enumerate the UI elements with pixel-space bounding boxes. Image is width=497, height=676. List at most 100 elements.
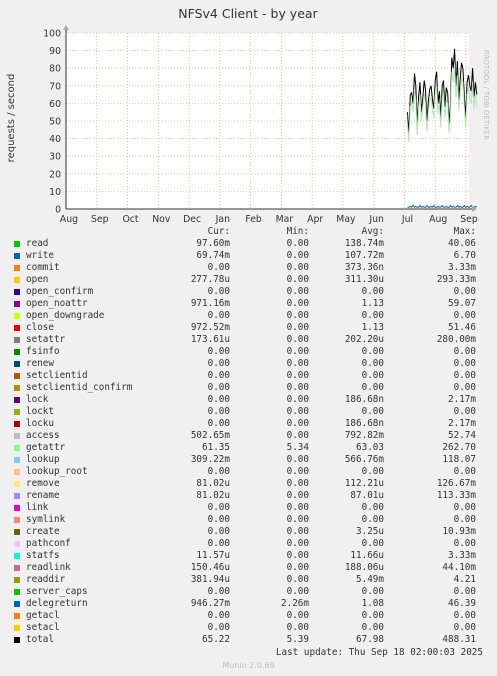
legend-cur: 0.00 [207,538,230,549]
legend-name: lookup [26,454,60,465]
legend-min: 0.00 [286,622,309,633]
legend-cur: 0.00 [207,346,230,357]
legend-avg: 1.08 [361,598,384,609]
legend-row: open_noattr 971.16m 0.00 1.13 59.07 [0,298,497,310]
y-tick-label: 50 [49,117,61,128]
legend-name: pathconf [26,538,71,549]
y-tick-label: 60 [49,99,61,110]
legend-avg: 0.00 [361,406,384,417]
legend-cur: 173.61u [190,334,230,345]
legend-avg: 202.20u [344,334,384,345]
legend-row: lock 0.00 0.00 186.68n 2.17m [0,394,497,406]
legend-name: open_confirm [26,286,94,297]
legend-avg: 87.01u [350,490,384,501]
legend-min: 5.39 [286,634,309,645]
legend-max: 46.39 [448,598,476,609]
legend-name: lookup_root [26,466,88,477]
legend-row: open_downgrade 0.00 0.00 0.00 0.00 [0,310,497,322]
legend-avg: 138.74m [344,238,384,249]
legend-min: 0.00 [286,298,309,309]
legend-avg: 11.66u [350,550,384,561]
x-tick-label: May [336,214,356,225]
legend-row: read 97.60m 0.00 138.74m 40.06 [0,238,497,250]
legend-min: 0.00 [286,274,309,285]
legend-row: lockt 0.00 0.00 0.00 0.00 [0,406,497,418]
legend-row: symlink 0.00 0.00 0.00 0.00 [0,514,497,526]
legend-swatch [14,337,20,343]
legend-swatch [14,253,20,259]
legend-min: 0.00 [286,466,309,477]
legend-min: 0.00 [286,454,309,465]
x-tick-label: Mar [276,214,294,225]
legend-avg: 107.72m [344,250,384,261]
legend-cur: 0.00 [207,394,230,405]
legend-cur: 0.00 [207,310,230,321]
legend-cur: 0.00 [207,514,230,525]
header-cur: Cur: [207,226,230,237]
legend-row: close 972.52m 0.00 1.13 51.46 [0,322,497,334]
legend-cur: 971.16m [190,298,230,309]
legend-min: 0.00 [286,382,309,393]
y-tick-label: 100 [43,29,61,40]
y-axis-arrow-icon [63,25,69,30]
legend-avg: 0.00 [361,514,384,525]
legend-cur: 502.65m [190,430,230,441]
legend-name: remove [26,478,60,489]
legend-avg: 0.00 [361,346,384,357]
legend-row: setclientid 0.00 0.00 0.00 0.00 [0,370,497,382]
legend-min: 0.00 [286,562,309,573]
legend-min: 0.00 [286,262,309,273]
legend-row: access 502.65m 0.00 792.82m 52.74 [0,430,497,442]
legend-swatch [14,613,20,619]
legend-avg: 5.49m [356,574,384,585]
legend-avg: 0.00 [361,538,384,549]
y-tick-label: 70 [49,81,61,92]
legend-max: 0.00 [453,622,476,633]
legend-min: 0.00 [286,550,309,561]
legend-cur: 69.74m [196,250,230,261]
legend-max: 262.70 [442,442,476,453]
legend-min: 0.00 [286,418,309,429]
legend-min: 0.00 [286,310,309,321]
legend-name: delegreturn [26,598,88,609]
legend-max: 0.00 [453,310,476,321]
chart-title: NFSv4 Client - by year [178,6,318,21]
legend-min: 0.00 [286,250,309,261]
legend-min: 0.00 [286,406,309,417]
legend-min: 0.00 [286,586,309,597]
x-tick-label: Sep [460,214,478,225]
legend-max: 3.33m [448,262,476,273]
legend-swatch [14,577,20,583]
legend-avg: 1.13 [361,298,384,309]
legend-name: setattr [26,334,66,345]
legend-swatch [14,541,20,547]
legend-cur: 309.22m [190,454,230,465]
legend-max: 0.00 [453,286,476,297]
legend-name: write [26,250,54,261]
legend-cur: 0.00 [207,418,230,429]
legend-max: 0.00 [453,502,476,513]
x-tick-label: Aug [60,214,78,225]
legend-avg: 0.00 [361,370,384,381]
legend-swatch [14,373,20,379]
legend-avg: 67.98 [356,634,384,645]
legend-min: 0.00 [286,478,309,489]
legend-avg: 188.06u [344,562,384,573]
x-tick-label: Dec [183,214,201,225]
legend-max: 0.00 [453,538,476,549]
legend-max: 2.17m [448,394,476,405]
legend-max: 488.31 [442,634,476,645]
legend-swatch [14,277,20,283]
x-tick-label: Jul [401,214,413,225]
legend-row: server_caps 0.00 0.00 0.00 0.00 [0,586,497,598]
legend-row: lookup 309.22m 0.00 566.76m 118.07 [0,454,497,466]
legend-max: 0.00 [453,586,476,597]
legend-avg: 566.76m [344,454,384,465]
legend-swatch [14,433,20,439]
legend-swatch [14,469,20,475]
legend-swatch [14,385,20,391]
legend-avg: 311.30u [344,274,384,285]
last-update: Last update: Thu Sep 18 02:00:03 2025 [275,647,483,658]
legend-max: 3.33m [448,550,476,561]
legend-row: delegreturn 946.27m 2.26m 1.08 46.39 [0,598,497,610]
